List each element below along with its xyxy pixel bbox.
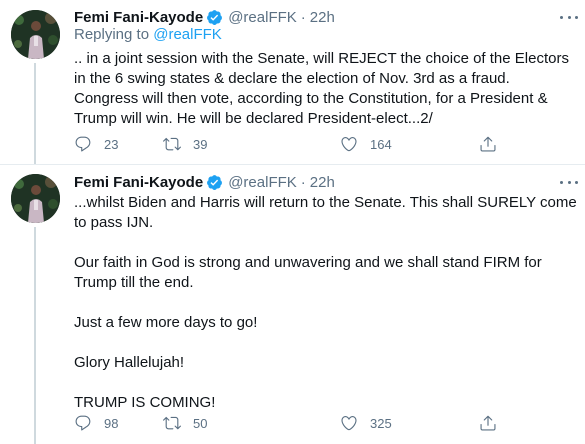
- tweet[interactable]: Femi Fani-Kayode @realFFK · 22h Replying…: [0, 0, 585, 164]
- reply-count: 23: [104, 136, 119, 152]
- replying-to: Replying to @realFFK: [74, 26, 222, 43]
- reply-count: 98: [104, 415, 119, 431]
- tweet[interactable]: Femi Fani-Kayode @realFFK · 22h ...whils…: [0, 165, 585, 444]
- share-button[interactable]: [479, 134, 497, 154]
- author-handle[interactable]: @realFFK: [228, 9, 297, 26]
- tweet-header: Femi Fani-Kayode @realFFK · 22h: [74, 7, 335, 27]
- tweet-text: ...whilst Biden and Harris will return t…: [74, 193, 578, 413]
- tweet-paragraph: Just a few more days to go!: [74, 314, 258, 331]
- share-button[interactable]: [479, 413, 497, 433]
- retweet-button[interactable]: 50: [163, 413, 207, 433]
- like-count: 325: [370, 415, 392, 431]
- retweet-count: 50: [193, 415, 208, 431]
- separator-dot: ·: [300, 173, 306, 191]
- author-name[interactable]: Femi Fani-Kayode: [74, 174, 203, 191]
- reply-button[interactable]: 98: [74, 413, 118, 433]
- more-icon[interactable]: [560, 175, 578, 189]
- timestamp[interactable]: 22h: [310, 9, 335, 26]
- retweet-icon: [163, 416, 181, 430]
- timestamp[interactable]: 22h: [310, 174, 335, 191]
- replying-to-link[interactable]: @realFFK: [153, 26, 222, 43]
- reply-icon: [75, 415, 91, 431]
- tweet-paragraph: Our faith in God is strong and unwaverin…: [74, 254, 542, 291]
- heart-icon: [341, 137, 357, 152]
- retweet-icon: [163, 137, 181, 151]
- like-button[interactable]: 325: [340, 413, 392, 433]
- share-icon: [480, 415, 496, 431]
- heart-icon: [341, 416, 357, 431]
- share-icon: [480, 136, 496, 152]
- avatar[interactable]: [11, 10, 60, 59]
- thread-line: [34, 227, 36, 444]
- author-name[interactable]: Femi Fani-Kayode: [74, 9, 203, 26]
- more-icon[interactable]: [560, 10, 578, 24]
- tweet-actions: 23 39 164: [74, 134, 504, 154]
- retweet-button[interactable]: 39: [163, 134, 207, 154]
- tweet-header: Femi Fani-Kayode @realFFK · 22h: [74, 172, 335, 192]
- tweet-actions: 98 50 325: [74, 413, 504, 433]
- verified-badge-icon: [206, 9, 223, 26]
- thread-line: [34, 63, 36, 164]
- like-button[interactable]: 164: [340, 134, 392, 154]
- reply-icon: [75, 136, 91, 152]
- separator-dot: ·: [300, 8, 306, 26]
- verified-badge-icon: [206, 174, 223, 191]
- like-count: 164: [370, 136, 392, 152]
- reply-button[interactable]: 23: [74, 134, 118, 154]
- tweet-paragraph: ...whilst Biden and Harris will return t…: [74, 194, 577, 231]
- author-handle[interactable]: @realFFK: [228, 174, 297, 191]
- retweet-count: 39: [193, 136, 208, 152]
- replying-to-label: Replying to: [74, 26, 154, 43]
- avatar[interactable]: [11, 174, 60, 223]
- tweet-paragraph: TRUMP IS COMING!: [74, 394, 216, 411]
- tweet-text: .. in a joint session with the Senate, w…: [74, 50, 569, 127]
- tweet-paragraph: Glory Hallelujah!: [74, 354, 185, 371]
